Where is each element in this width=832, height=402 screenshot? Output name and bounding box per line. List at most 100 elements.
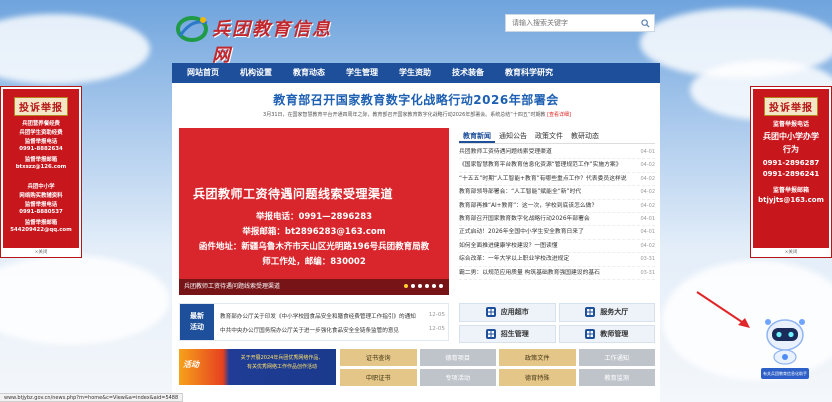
tile-vocational-certificate[interactable]: 中职证书 xyxy=(340,369,417,386)
news-item[interactable]: “十五五”时期“人工智能+教育”有哪些重点工作？代表委员这样说 04-02 xyxy=(459,173,655,187)
headline-detail-link[interactable]: [查看详细] xyxy=(547,112,571,118)
slide-dots xyxy=(404,284,443,288)
grid-icon xyxy=(585,307,596,318)
news-item-date: 04-02 xyxy=(640,202,655,209)
site-logo[interactable]: 兵团教育信息网 xyxy=(176,14,348,66)
news-item-title: 兵团教师工资待遇问题线索受理渠道 xyxy=(459,149,552,155)
news-item-date: 04-01 xyxy=(640,149,655,155)
slide-dot[interactable] xyxy=(425,284,429,288)
right-ad-line: btjyjts@163.com xyxy=(758,196,824,204)
news-item-date: 03-31 xyxy=(640,269,655,276)
news-item[interactable]: 如何全面推进健康学校建设？一图读懂 04-02 xyxy=(459,240,655,254)
nav-student-aid[interactable]: 学生资助 xyxy=(385,63,438,83)
left-ad-line: 544209422@qq.com xyxy=(10,227,72,233)
arrow-icon xyxy=(696,291,750,328)
right-ad-line: 0991-2896241 xyxy=(762,170,820,178)
news-item-title: 如何全面推进健康学校建设？一图读懂 xyxy=(459,242,558,249)
nav-student-management[interactable]: 学生管理 xyxy=(332,63,385,83)
left-ad-line: 兵团中小学 xyxy=(27,184,55,190)
news-item[interactable]: 教育部再推“AI+教育”：这一次，学校到底该怎么做？ 04-02 xyxy=(459,200,655,213)
search-box xyxy=(505,14,655,32)
right-ad-close-button[interactable]: ×关闭 xyxy=(751,248,831,257)
news-item-date: 04-01 xyxy=(640,215,655,222)
news-item[interactable]: 正式启动！2026年全国中小学生安全教育日来了 04-01 xyxy=(459,226,655,240)
news-item-title: 正式启动！2026年全国中小学生安全教育日来了 xyxy=(459,229,584,236)
tile-policy-documents[interactable]: 政策文件 xyxy=(499,349,576,366)
left-ad-close-button[interactable]: ×关闭 xyxy=(1,248,81,257)
cloud xyxy=(0,14,150,84)
news-item-title: 教育部召开国家教育数字化战略行动2026年部署会 xyxy=(459,215,590,222)
search-input[interactable] xyxy=(506,15,636,31)
news-item[interactable]: 教育部召开国家教育数字化战略行动2026年部署会 04-01 xyxy=(459,213,655,227)
news-item-title: 教育部领导部署会：“人工智能”赋能全“新”时代 xyxy=(459,189,582,196)
latest-item[interactable]: 中共中央办公厅国务院办公厅关于进一步强化食品安全全链条监管的意见 12-05 xyxy=(220,326,445,334)
news-item[interactable]: 霸二男：以规范应用质量 构筑基础教育强国建设的基石 03-31 xyxy=(459,267,655,280)
slide-dot[interactable] xyxy=(404,284,408,288)
latest-badge: 最新 活动 xyxy=(180,304,214,340)
right-ad-panel: 投诉举报 监督举报电话 兵团中小学办学 行为 0991-2896287 0991… xyxy=(753,89,829,248)
news-item-title: 综合改革：一年大学以上职业学校改进规定 xyxy=(459,256,570,263)
latest-item-title: 教育部办公厅关于印发《中小学校园食品安全和膳食经费管理工作指引》的通知 xyxy=(220,314,416,320)
latest-badge-line2: 活动 xyxy=(190,323,204,331)
admissions-button[interactable]: 招生管理 xyxy=(459,324,556,343)
tile-moral-special[interactable]: 德育特殊 xyxy=(499,369,576,386)
search-icon[interactable] xyxy=(636,15,654,31)
tile-education-monitoring[interactable]: 教育监测 xyxy=(578,369,655,386)
left-complaint-ad[interactable]: 投诉举报 兵团营养餐经费 兵团学生资助经费 监督举报电话 0991-888263… xyxy=(0,86,82,258)
slide-dot[interactable] xyxy=(439,284,443,288)
right-ad-title: 投诉举报 xyxy=(764,97,818,116)
slide-title: 兵团教师工资待遇问题线索受理渠道 xyxy=(193,187,394,201)
service-hall-button[interactable]: 服务大厅 xyxy=(558,303,655,322)
tab-policy-documents[interactable]: 政策文件 xyxy=(531,130,567,143)
app-market-label: 应用超市 xyxy=(500,308,529,317)
site-header: 兵团教育信息网 xyxy=(172,0,660,66)
slide-dot[interactable] xyxy=(432,284,436,288)
quick-links: 应用超市 服务大厅 招生管理 教师管理 xyxy=(459,303,655,343)
news-item[interactable]: 综合改革：一年大学以上职业学校改进规定 03-31 xyxy=(459,253,655,267)
right-ad-line: 监督举报电话 xyxy=(772,121,809,128)
tile-certificate-query[interactable]: 证书查询 xyxy=(340,349,417,366)
ai-assistant-widget[interactable]: 有关兵团教育信息化助手 xyxy=(759,311,811,385)
nav-home[interactable]: 网站首页 xyxy=(172,63,226,83)
assistant-label: 有关兵团教育信息化助手 xyxy=(761,368,809,379)
latest-item-title: 中共中央办公厅国务院办公厅关于进一步强化食品安全全链条监管的意见 xyxy=(220,328,400,334)
slideshow[interactable]: 兵团教师工资待遇问题线索受理渠道 举报电话：0991—2896283 举报邮箱：… xyxy=(179,128,449,295)
slide-dot[interactable] xyxy=(411,284,415,288)
left-ad-line: 监督举报电话 xyxy=(24,202,58,208)
left-ad-line: 兵团营养餐经费 xyxy=(22,121,60,127)
right-ad-line: 0991-2896287 xyxy=(762,159,820,167)
teacher-management-button[interactable]: 教师管理 xyxy=(558,324,655,343)
app-market-button[interactable]: 应用超市 xyxy=(459,303,556,322)
banner-left-text: 活动 xyxy=(183,360,199,369)
news-item[interactable]: 《国家智慧教育平台教育信息化资源“管理规范工作”实施方案》 04-02 xyxy=(459,159,655,173)
tab-research-news[interactable]: 教研动态 xyxy=(567,130,603,143)
admissions-label: 招生管理 xyxy=(500,329,529,338)
news-item-date: 04-02 xyxy=(640,162,655,169)
slide-email: 举报邮箱：bt2896283@163.com xyxy=(242,227,386,237)
latest-item-date: 12-05 xyxy=(428,312,445,318)
left-ad-line: 网络购买教辅资料 xyxy=(19,193,63,199)
grid-icon xyxy=(585,328,596,339)
main-content: 教育部召开国家教育数字化战略行动2026年部署会 3月31日，在国家智慧教育平台… xyxy=(172,83,660,402)
headline-title[interactable]: 教育部召开国家教育数字化战略行动2026年部署会 xyxy=(172,91,660,108)
news-item[interactable]: 兵团教师工资待遇问题线索受理渠道 04-01 xyxy=(459,146,655,160)
nav-education-news[interactable]: 教育动态 xyxy=(279,63,332,83)
news-panel: 教育新闻 通知公告 政策文件 教研动态 兵团教师工资待遇问题线索受理渠道 04-0… xyxy=(459,130,655,300)
tab-education-news[interactable]: 教育新闻 xyxy=(459,130,495,143)
slide-dot[interactable] xyxy=(418,284,422,288)
right-complaint-ad[interactable]: 投诉举报 监督举报电话 兵团中小学办学 行为 0991-2896287 0991… xyxy=(750,86,832,258)
headline-summary-text: 3月31日，在国家智慧教育平台开通四周年之际，教育部召开国家教育数字化战略行动2… xyxy=(263,112,546,118)
nav-technical-equipment[interactable]: 技术装备 xyxy=(438,63,491,83)
activity-banner[interactable]: 活动 关于开展2024年兵团优秀网络作品、 有关优秀网络工作作品创作活动 xyxy=(179,349,336,385)
news-item-title: 教育部再推“AI+教育”：这一次，学校到底该怎么做？ xyxy=(459,202,598,209)
tab-announcements[interactable]: 通知公告 xyxy=(495,130,531,143)
news-item-date: 04-01 xyxy=(640,229,655,236)
news-item[interactable]: 教育部领导部署会：“人工智能”赋能全“新”时代 04-02 xyxy=(459,186,655,200)
latest-item[interactable]: 教育部办公厅关于印发《中小学校园食品安全和膳食经费管理工作指引》的通知 12-05 xyxy=(220,312,445,320)
nav-organization[interactable]: 机构设置 xyxy=(226,63,279,83)
nav-education-research[interactable]: 教育科学研究 xyxy=(491,63,560,83)
tile-work-notice[interactable]: 工作通知 xyxy=(578,349,655,366)
tile-special-activity[interactable]: 专项活动 xyxy=(419,369,496,386)
service-hall-label: 服务大厅 xyxy=(600,308,629,317)
tile-moral-project[interactable]: 德育项目 xyxy=(419,349,496,366)
